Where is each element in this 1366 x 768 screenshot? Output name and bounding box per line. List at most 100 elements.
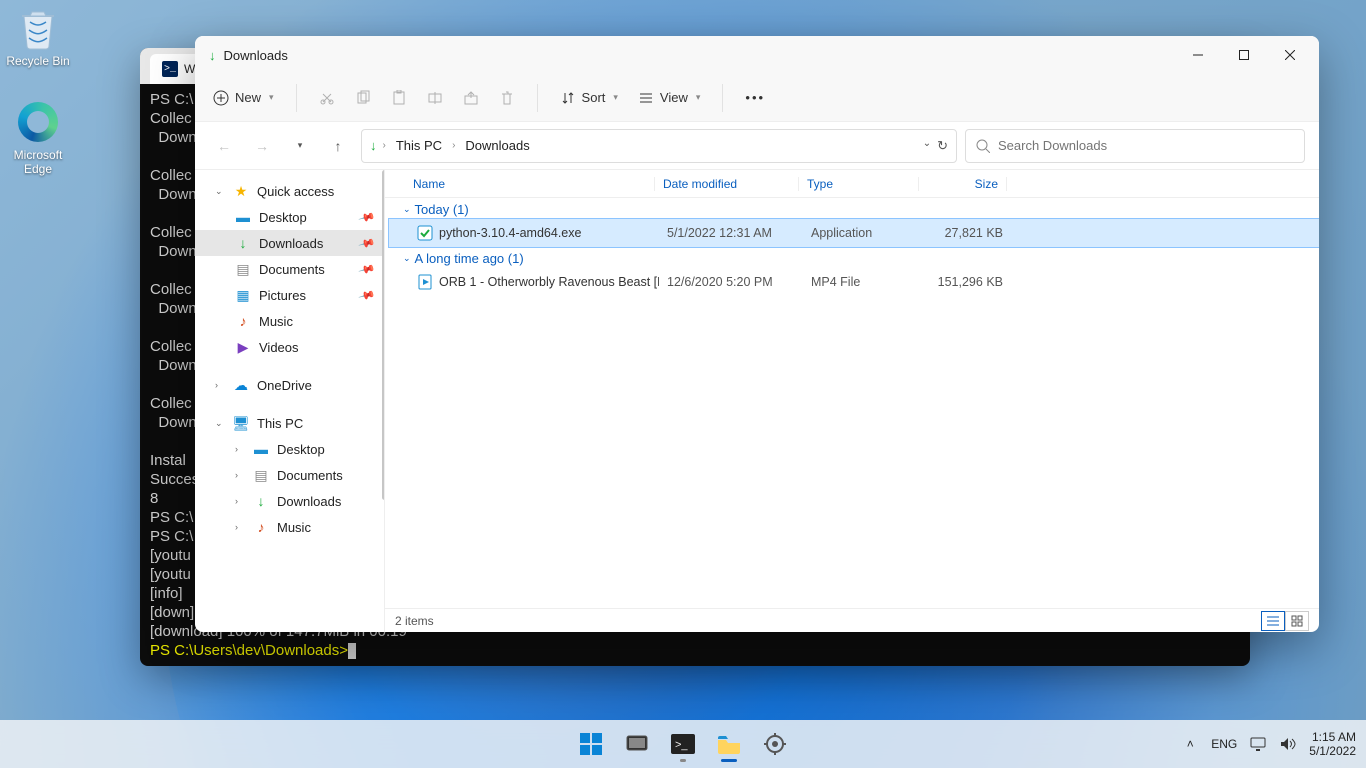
- nav-onedrive[interactable]: ›☁OneDrive: [195, 372, 384, 398]
- close-button[interactable]: [1267, 39, 1313, 71]
- status-text: 2 items: [395, 614, 434, 628]
- file-size: 27,821 KB: [923, 226, 1011, 240]
- edge-icon: [16, 100, 60, 144]
- taskbar-explorer[interactable]: [709, 724, 749, 764]
- new-label: New: [235, 90, 261, 105]
- new-button[interactable]: New ▾: [205, 86, 282, 110]
- rename-button: [419, 86, 451, 110]
- videos-icon: ▶: [235, 339, 251, 355]
- breadcrumb-this-pc[interactable]: This PC: [392, 136, 446, 155]
- file-row[interactable]: python-3.10.4-amd64.exe5/1/2022 12:31 AM…: [389, 219, 1319, 247]
- clock-date: 5/1/2022: [1309, 744, 1356, 758]
- column-date[interactable]: Date modified: [655, 177, 799, 191]
- nav-pictures[interactable]: ▦Pictures📌: [195, 282, 384, 308]
- column-size[interactable]: Size: [919, 177, 1007, 191]
- chevron-down-icon: ▾: [696, 92, 701, 103]
- nav-tp-downloads[interactable]: ›↓Downloads: [195, 488, 384, 514]
- search-box[interactable]: [965, 129, 1305, 163]
- delete-button: [491, 86, 523, 110]
- nav-tp-desktop[interactable]: ›▬Desktop: [195, 436, 384, 462]
- copy-button: [347, 86, 379, 110]
- powershell-icon: >_: [162, 61, 178, 77]
- search-icon: [976, 139, 990, 153]
- minimize-button[interactable]: [1175, 39, 1221, 71]
- pin-icon: 📌: [358, 260, 376, 278]
- nav-videos[interactable]: ▶Videos: [195, 334, 384, 360]
- pin-icon: 📌: [358, 234, 376, 252]
- nav-downloads[interactable]: ↓Downloads📌: [195, 230, 384, 256]
- nav-quick-access[interactable]: ⌄★Quick access: [195, 178, 384, 204]
- file-date: 5/1/2022 12:31 AM: [659, 226, 803, 240]
- start-button[interactable]: [571, 724, 611, 764]
- view-label: View: [660, 90, 688, 105]
- pin-icon: 📌: [358, 208, 376, 226]
- recycle-bin-icon: [16, 6, 60, 50]
- taskbar-clock[interactable]: 1:15 AM 5/1/2022: [1309, 730, 1356, 758]
- search-input[interactable]: [998, 138, 1294, 153]
- nav-desktop[interactable]: ▬Desktop📌: [195, 204, 384, 230]
- more-button[interactable]: •••: [737, 86, 773, 109]
- back-button: ←: [209, 131, 239, 161]
- details-view-button[interactable]: [1261, 611, 1285, 631]
- column-headers[interactable]: Name Date modified Type Size: [385, 170, 1319, 198]
- file-row[interactable]: ORB 1 - Otherworbly Ravenous Beast [B7..…: [389, 268, 1319, 296]
- window-title: Downloads: [224, 48, 288, 63]
- file-name: ORB 1 - Otherworbly Ravenous Beast [B7..…: [439, 275, 659, 289]
- maximize-button[interactable]: [1221, 39, 1267, 71]
- explorer-window[interactable]: ↓ Downloads New ▾ Sort ▾ View ▾: [195, 36, 1319, 632]
- nav-tp-music[interactable]: ›♪Music: [195, 514, 384, 540]
- address-bar-row: ← → ▾ ↑ ↓ › This PC › Downloads ⌄ ↻: [195, 122, 1319, 170]
- file-date: 12/6/2020 5:20 PM: [659, 275, 803, 289]
- desktop-icon-label: Microsoft Edge: [0, 148, 76, 176]
- paste-button: [383, 86, 415, 110]
- recent-button[interactable]: ▾: [285, 131, 315, 161]
- file-list[interactable]: ⌄Today (1)python-3.10.4-amd64.exe5/1/202…: [385, 198, 1319, 608]
- language-indicator[interactable]: ENG: [1211, 737, 1237, 751]
- this-pc-icon: 🖥: [233, 415, 249, 431]
- volume-icon[interactable]: [1279, 735, 1297, 753]
- desktop-icon-recycle-bin[interactable]: Recycle Bin: [0, 6, 76, 68]
- refresh-button[interactable]: ↻: [937, 138, 948, 154]
- thumbnails-view-button[interactable]: [1285, 611, 1309, 631]
- terminal-tab-title: W: [184, 62, 195, 76]
- desktop-icon-edge[interactable]: Microsoft Edge: [0, 100, 76, 176]
- taskbar-terminal[interactable]: >_: [663, 724, 703, 764]
- music-icon: ♪: [235, 313, 251, 329]
- nav-music[interactable]: ♪Music: [195, 308, 384, 334]
- taskbar-settings[interactable]: [755, 724, 795, 764]
- view-icon: [638, 90, 654, 106]
- up-button[interactable]: ↑: [323, 131, 353, 161]
- music-icon: ♪: [253, 519, 269, 535]
- taskbar[interactable]: >_ ˄ ENG 1:15 AM 5/1/2022: [0, 720, 1366, 768]
- breadcrumb-downloads[interactable]: Downloads: [461, 136, 533, 155]
- address-bar[interactable]: ↓ › This PC › Downloads ⌄ ↻: [361, 129, 957, 163]
- breadcrumb-separator: ›: [452, 140, 455, 151]
- cut-button: [311, 86, 343, 110]
- network-icon[interactable]: [1249, 735, 1267, 753]
- new-icon: [213, 90, 229, 106]
- desktop-icon: ▬: [253, 441, 269, 457]
- file-group-old[interactable]: ⌄A long time ago (1): [389, 247, 1319, 268]
- documents-icon: ▤: [253, 467, 269, 483]
- nav-documents[interactable]: ▤Documents📌: [195, 256, 384, 282]
- nav-this-pc[interactable]: ⌄🖥This PC: [195, 410, 384, 436]
- column-type[interactable]: Type: [799, 177, 919, 191]
- pin-icon: 📌: [358, 286, 376, 304]
- column-name[interactable]: Name: [405, 177, 655, 191]
- status-bar: 2 items: [385, 608, 1319, 632]
- clock-time: 1:15 AM: [1309, 730, 1356, 744]
- sort-button[interactable]: Sort ▾: [552, 86, 626, 110]
- navigation-pane[interactable]: ⌄★Quick access ▬Desktop📌 ↓Downloads📌 ▤Do…: [195, 170, 385, 632]
- explorer-titlebar[interactable]: ↓ Downloads: [195, 36, 1319, 74]
- sort-icon: [560, 90, 576, 106]
- file-group-today[interactable]: ⌄Today (1): [389, 198, 1319, 219]
- downloads-icon: ↓: [235, 235, 251, 251]
- tray-overflow-button[interactable]: ˄: [1181, 735, 1199, 753]
- task-view-button[interactable]: [617, 724, 657, 764]
- dropdown-button[interactable]: ⌄: [923, 138, 931, 154]
- downloads-icon: ↓: [370, 138, 377, 153]
- nav-tp-documents[interactable]: ›▤Documents: [195, 462, 384, 488]
- pictures-icon: ▦: [235, 287, 251, 303]
- view-button[interactable]: View ▾: [630, 86, 708, 110]
- downloads-icon: ↓: [253, 493, 269, 509]
